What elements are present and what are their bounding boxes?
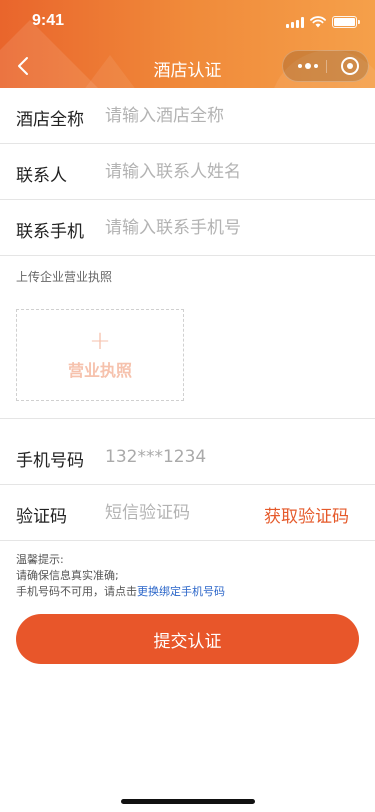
divider bbox=[0, 418, 375, 419]
battery-icon bbox=[332, 16, 360, 28]
contact-phone-input[interactable] bbox=[105, 214, 345, 242]
get-code-button[interactable]: 获取验证码 bbox=[264, 502, 349, 527]
upload-title: 上传企业营业执照 bbox=[16, 270, 113, 284]
wifi-icon bbox=[310, 16, 326, 28]
contact-phone-row: 联系手机 bbox=[0, 200, 375, 256]
submit-button[interactable]: 提交认证 bbox=[16, 614, 359, 664]
business-license-upload[interactable]: + 营业执照 bbox=[16, 309, 184, 401]
home-indicator bbox=[121, 799, 255, 804]
code-row: 验证码 获取验证码 bbox=[0, 485, 375, 541]
more-button[interactable] bbox=[291, 51, 325, 81]
code-label: 验证码 bbox=[16, 507, 67, 527]
contact-phone-label: 联系手机 bbox=[16, 222, 84, 242]
signal-icon bbox=[286, 16, 304, 28]
contact-label: 联系人 bbox=[16, 166, 67, 186]
change-phone-link[interactable]: 更换绑定手机号码 bbox=[137, 585, 225, 598]
tips-line: 请确保信息真实准确; bbox=[16, 569, 119, 582]
hotel-name-label: 酒店全称 bbox=[16, 110, 84, 130]
capsule-divider bbox=[326, 60, 327, 73]
header: 9:41 酒店认证 bbox=[0, 0, 375, 88]
upload-label: 营业执照 bbox=[67, 361, 132, 380]
hotel-name-input[interactable] bbox=[105, 102, 345, 130]
tips-text: 手机号码不可用，请点击 bbox=[16, 585, 137, 598]
contact-row: 联系人 bbox=[0, 144, 375, 200]
contact-input[interactable] bbox=[105, 158, 345, 186]
more-icon bbox=[298, 64, 302, 68]
tips: 温馨提示: 请确保信息真实准确; 手机号码不可用，请点击更换绑定手机号码 bbox=[16, 552, 225, 600]
miniprogram-capsule bbox=[282, 50, 369, 82]
hotel-name-row: 酒店全称 bbox=[0, 88, 375, 144]
tips-line: 手机号码不可用，请点击更换绑定手机号码 bbox=[16, 584, 225, 600]
code-input[interactable] bbox=[105, 499, 245, 527]
close-button[interactable] bbox=[333, 51, 367, 81]
close-icon bbox=[341, 57, 359, 75]
phone-row: 手机号码 bbox=[0, 429, 375, 485]
phone-input[interactable] bbox=[105, 443, 345, 471]
status-bar: 9:41 bbox=[0, 0, 375, 44]
plus-icon: + bbox=[89, 326, 111, 356]
phone-label: 手机号码 bbox=[16, 451, 84, 471]
tips-title: 温馨提示: bbox=[16, 553, 64, 566]
status-icons bbox=[286, 16, 360, 28]
status-time: 9:41 bbox=[32, 12, 65, 29]
